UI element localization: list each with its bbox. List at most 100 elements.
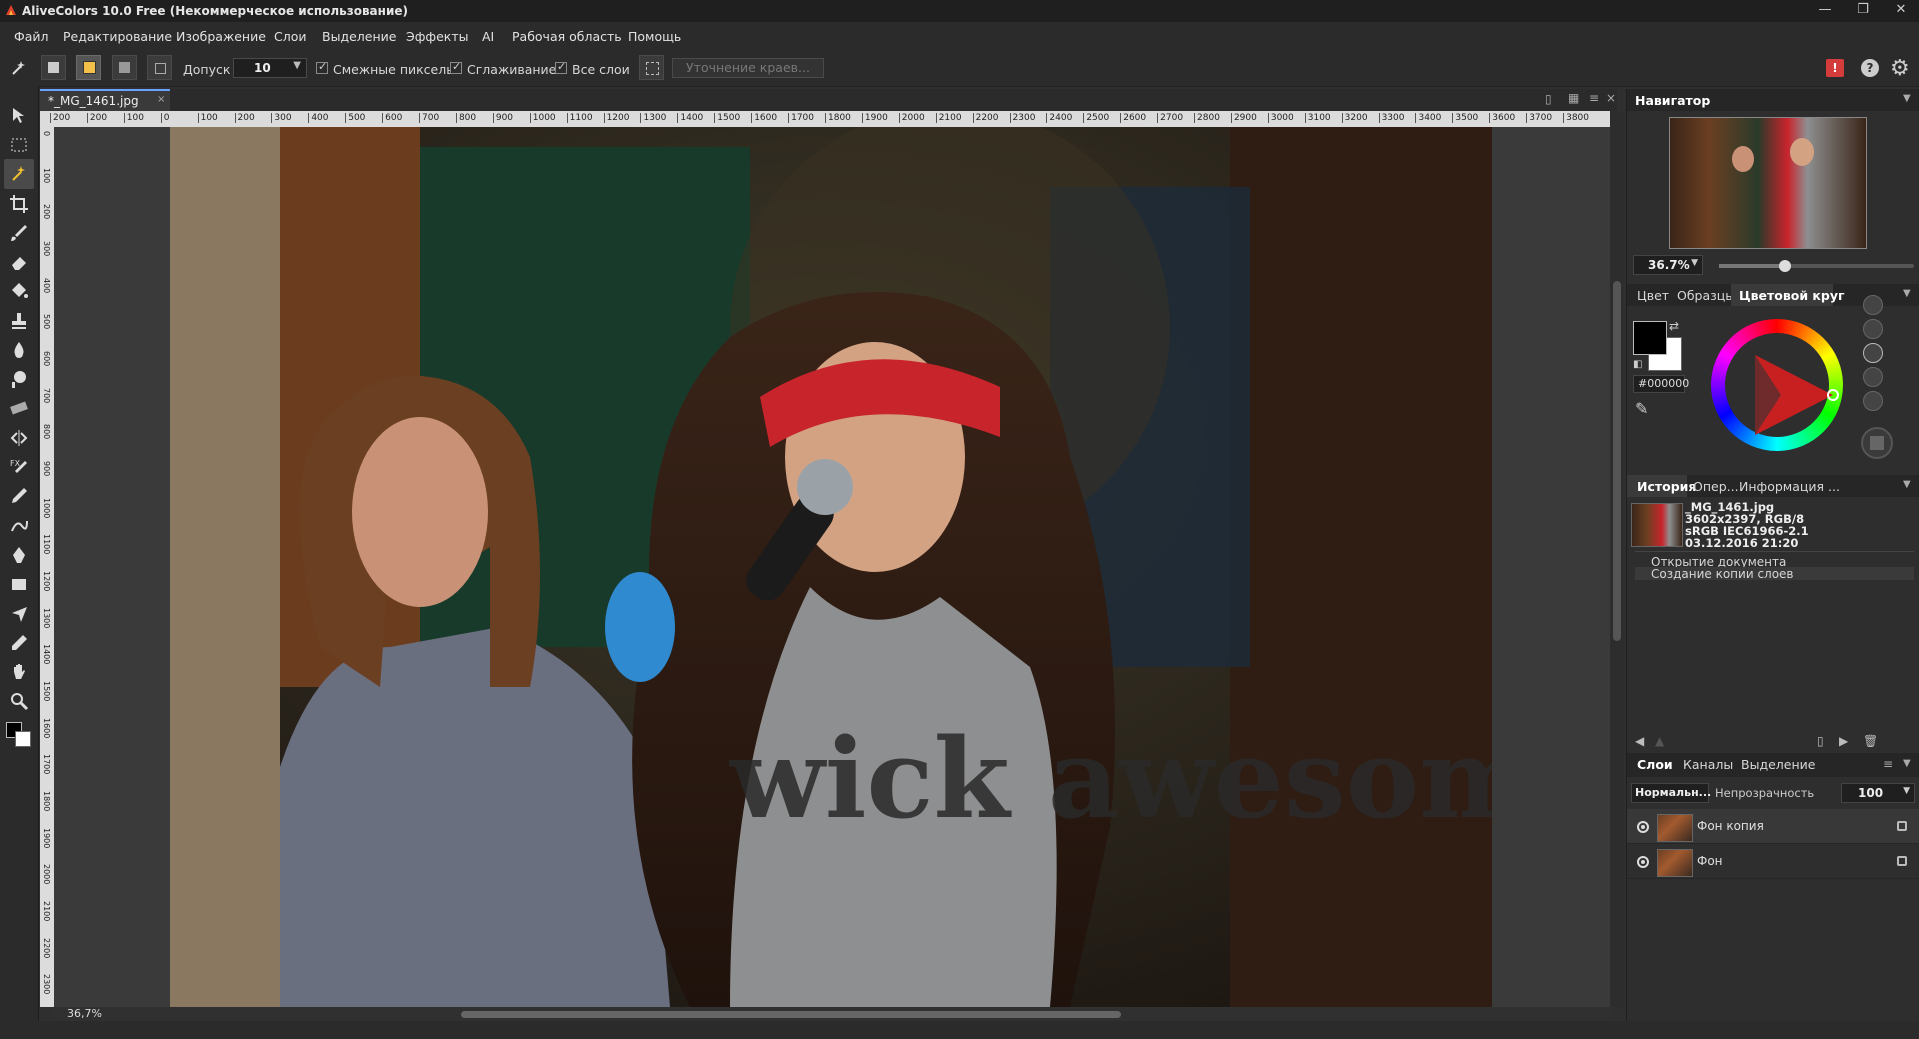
visibility-eye-icon[interactable] (1637, 821, 1649, 833)
swap-colors-icon[interactable]: ⇄ (1669, 319, 1679, 333)
tab-color[interactable]: Цвет (1637, 288, 1669, 303)
tab-close-icon[interactable]: × (157, 94, 165, 105)
close-button[interactable]: ✕ (1882, 0, 1919, 22)
new-document-icon[interactable]: ▯ (1545, 92, 1552, 106)
navigator-zoom-thumb[interactable] (1779, 260, 1792, 272)
tab-info[interactable]: Информация ... (1739, 479, 1840, 494)
clone-stamp-tool-icon[interactable] (4, 306, 34, 336)
selection-add-button[interactable] (76, 55, 101, 80)
eyedropper-icon[interactable]: ✎ (1635, 399, 1648, 418)
magic-wand-options-icon[interactable] (8, 59, 28, 79)
document-image[interactable]: wick awesome (170, 127, 1492, 1007)
liquify-tool-icon[interactable] (4, 511, 34, 541)
selection-new-button[interactable] (41, 55, 66, 80)
pen-tool-icon[interactable] (4, 540, 34, 570)
layer-row[interactable]: Фон (1627, 844, 1919, 879)
history-delete-icon[interactable]: 🗑 (1863, 734, 1878, 748)
chevron-down-icon[interactable]: ▼ (293, 60, 301, 71)
background-color-swatch[interactable] (15, 731, 31, 747)
visibility-eye-icon[interactable] (1637, 856, 1649, 868)
layers-menu-icon[interactable]: ≡ (1883, 757, 1893, 771)
history-menu-icon[interactable]: ▼ (1903, 479, 1911, 490)
fill-bucket-tool-icon[interactable] (4, 276, 34, 306)
opacity-input[interactable]: 100 ▼ (1841, 783, 1915, 803)
smudge-tool-icon[interactable] (4, 364, 34, 394)
canvas-area[interactable]: wick awesome (54, 127, 1610, 1007)
wheel-mode-3-icon[interactable] (1863, 343, 1883, 363)
tab-menu-icon[interactable]: ≡ (1589, 91, 1599, 105)
rect-select-tool-icon[interactable] (4, 130, 34, 160)
tile-windows-icon[interactable]: ▦ (1568, 91, 1579, 105)
reset-colors-icon[interactable]: ◧ (1633, 359, 1642, 370)
lock-icon[interactable] (1897, 856, 1907, 866)
tab-operations[interactable]: Опер... (1693, 479, 1739, 494)
horizontal-scroll-thumb[interactable] (461, 1011, 1121, 1018)
vertical-scroll-thumb[interactable] (1613, 281, 1621, 641)
tab-color-wheel[interactable]: Цветовой круг (1739, 288, 1845, 303)
navigator-zoom-input[interactable]: 36.7% ▼ (1633, 255, 1703, 275)
tab-selection[interactable]: Выделение (1741, 757, 1815, 772)
tab-swatches[interactable]: Образцы (1677, 288, 1735, 303)
all-layers-checkbox[interactable] (555, 60, 567, 74)
crop-tool-icon[interactable] (4, 189, 34, 219)
chevron-down-icon[interactable]: ▼ (1691, 258, 1698, 268)
path-select-tool-icon[interactable] (4, 599, 34, 629)
help-icon[interactable]: ? (1861, 59, 1879, 77)
navigator-menu-icon[interactable]: ▼ (1903, 93, 1911, 104)
menu-workspace[interactable]: Рабочая область (512, 29, 622, 44)
gradient-tool-icon[interactable] (4, 393, 34, 423)
eyedropper-tool-icon[interactable] (4, 628, 34, 658)
eraser-tool-icon[interactable] (4, 247, 34, 277)
chevron-down-icon[interactable]: ▼ (1903, 758, 1911, 769)
zoom-tool-icon[interactable] (4, 686, 34, 716)
shape-tool-icon[interactable] (4, 569, 34, 599)
symmetry-tool-icon[interactable] (4, 423, 34, 453)
vertical-scrollbar[interactable] (1610, 111, 1624, 1007)
chevron-down-icon[interactable]: ▼ (1903, 786, 1910, 796)
history-new-snapshot-icon[interactable]: ▯ (1817, 734, 1824, 748)
tab-layers[interactable]: Слои (1637, 757, 1673, 772)
minimize-button[interactable]: — (1806, 0, 1844, 22)
magic-wand-tool-icon[interactable] (4, 159, 34, 189)
color-panel-menu-icon[interactable]: ▼ (1903, 288, 1911, 299)
history-snapshot-thumb[interactable] (1631, 503, 1683, 547)
selection-frame-button[interactable] (639, 55, 664, 80)
tab-channels[interactable]: Каналы (1683, 757, 1733, 772)
maximize-button[interactable]: ❐ (1844, 0, 1882, 22)
layer-name[interactable]: Фон (1697, 854, 1723, 868)
menu-layers[interactable]: Слои (274, 29, 307, 44)
history-undo-icon[interactable]: ◀ (1635, 734, 1644, 748)
hand-tool-icon[interactable] (4, 657, 34, 687)
menu-edit[interactable]: Редактирование (63, 29, 172, 44)
menu-image[interactable]: Изображение (176, 29, 266, 44)
selection-subtract-button[interactable] (112, 55, 137, 80)
tab-history[interactable]: История (1637, 479, 1696, 494)
antialias-checkbox[interactable] (450, 60, 462, 74)
document-tab[interactable]: *_MG_1461.jpg × (40, 89, 170, 111)
wheel-mode-2-icon[interactable] (1863, 319, 1883, 339)
effect-brush-tool-icon[interactable]: FX (4, 452, 34, 482)
color-wheel[interactable] (1711, 319, 1843, 451)
selection-intersect-button[interactable] (147, 55, 172, 80)
notifications-icon[interactable]: ! (1826, 59, 1844, 77)
wheel-mode-1-icon[interactable] (1863, 295, 1883, 315)
menu-file[interactable]: Файл (14, 29, 49, 44)
layer-row[interactable]: Фон копия (1627, 809, 1919, 844)
move-tool-icon[interactable] (4, 100, 34, 130)
menu-selection[interactable]: Выделение (322, 29, 396, 44)
blend-mode-select[interactable]: Нормальн... (1631, 783, 1711, 803)
history-play-icon[interactable]: ▶ (1839, 734, 1848, 748)
navigator-preview[interactable] (1669, 117, 1867, 249)
hex-input[interactable]: #000000 (1633, 375, 1689, 393)
brush-tool-icon[interactable] (4, 218, 34, 248)
layer-name[interactable]: Фон копия (1697, 819, 1764, 833)
wheel-mode-4-icon[interactable] (1863, 367, 1883, 387)
pencil-tool-icon[interactable] (4, 481, 34, 511)
history-redo-icon[interactable]: ▲ (1655, 734, 1664, 748)
menu-help[interactable]: Помощь (628, 29, 681, 44)
history-item[interactable]: Создание копии слоев (1651, 567, 1794, 581)
menu-effects[interactable]: Эффекты (406, 29, 469, 44)
lock-icon[interactable] (1897, 821, 1907, 831)
tolerance-input[interactable]: 10 ▼ (233, 58, 307, 78)
refine-edges-button[interactable]: Уточнение краев... (672, 58, 824, 78)
